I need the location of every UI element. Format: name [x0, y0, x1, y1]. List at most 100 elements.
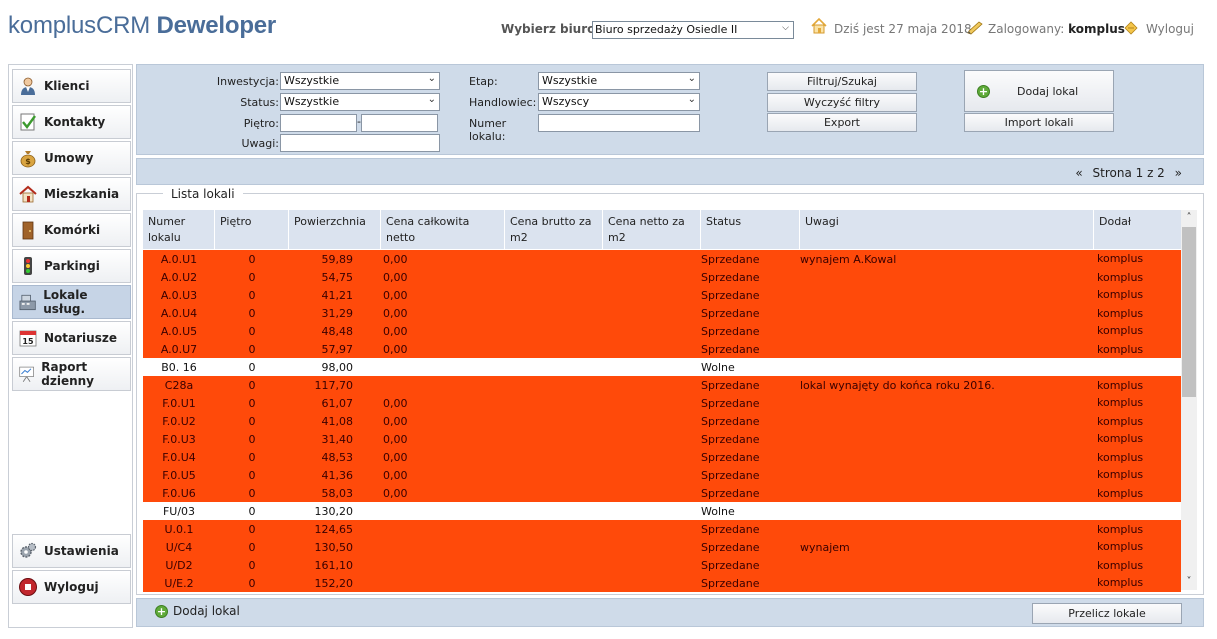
clear-filters-button[interactable]: Wyczyść filtry [767, 93, 917, 112]
sidebar-item-raport-dzienny[interactable]: Raport dzienny [12, 357, 131, 391]
cell-powierzchnia: 41,21 [321, 289, 354, 302]
numer-lokalu-input[interactable] [538, 114, 700, 132]
cell-pietro: 0 [248, 253, 256, 266]
cell-numer: F.0.U5 [162, 469, 196, 482]
add-unit-button[interactable]: + Dodaj lokal [964, 70, 1114, 112]
office-select-value: Biuro sprzedaży Osiedle II [595, 23, 738, 36]
table-row[interactable]: A.0.U3 0 41,21 0,00 Sprzedane komplus [143, 286, 1181, 304]
import-units-button[interactable]: Import lokali [964, 113, 1114, 132]
pager-next[interactable]: » [1175, 166, 1182, 180]
cell-status: Sprzedane [701, 577, 760, 590]
table-row[interactable]: F.0.U2 0 41,08 0,00 Sprzedane komplus [143, 412, 1181, 430]
inwestycja-select[interactable]: Wszystkie ⌄ [280, 72, 440, 90]
sidebar-item-mieszkania[interactable]: Mieszkania [12, 177, 131, 211]
filter-search-button[interactable]: Filtruj/Szukaj [767, 72, 917, 91]
cell-dodal: komplus [1097, 540, 1144, 553]
table-row[interactable]: A.0.U7 0 57,97 0,00 Sprzedane komplus [143, 340, 1181, 358]
sidebar-item-umowy[interactable]: $ Umowy [12, 141, 131, 175]
column-header-dodal[interactable]: Dodał [1094, 210, 1181, 249]
sidebar-item-kontakty[interactable]: Kontakty [12, 105, 131, 139]
door-icon [22, 221, 34, 240]
cell-numer: F.0.U6 [162, 487, 196, 500]
column-header-cena-brutto-m2[interactable]: Cena brutto za m2 [505, 210, 603, 249]
table-row[interactable]: A.0.U2 0 54,75 0,00 Sprzedane komplus [143, 268, 1181, 286]
table-row[interactable]: A.0.U5 0 48,48 0,00 Sprzedane komplus [143, 322, 1181, 340]
sidebar-item-label: Komórki [44, 223, 101, 237]
cell-cena-calkowita: 0,00 [383, 307, 408, 320]
cell-dodal: komplus [1097, 324, 1144, 337]
cell-status: Sprzedane [701, 415, 760, 428]
scrollbar-thumb[interactable] [1182, 227, 1196, 397]
table-row[interactable]: F.0.U4 0 48,53 0,00 Sprzedane komplus [143, 448, 1181, 466]
table-row[interactable]: B0. 16 0 98,00 Wolne [143, 358, 1181, 376]
table-row[interactable]: F.0.U6 0 58,03 0,00 Sprzedane komplus [143, 484, 1181, 502]
cell-cena-calkowita: 0,00 [383, 397, 408, 410]
footer-bar: + Dodaj lokal Przelicz lokale [136, 598, 1204, 627]
column-header-powierzchnia[interactable]: Powierzchnia [289, 210, 381, 249]
pager-text: Strona 1 z 2 [1092, 166, 1165, 180]
cell-numer: A.0.U1 [160, 253, 198, 266]
table-row[interactable]: F.0.U5 0 41,36 0,00 Sprzedane komplus [143, 466, 1181, 484]
column-header-numer[interactable]: Numer lokalu [143, 210, 215, 249]
column-header-uwagi[interactable]: Uwagi [800, 210, 1094, 249]
cell-pietro: 0 [248, 451, 256, 464]
cell-status: Sprzedane [701, 397, 760, 410]
table-row[interactable]: A.0.U4 0 31,29 0,00 Sprzedane komplus [143, 304, 1181, 322]
header-logout-link[interactable]: Wyloguj [1146, 22, 1194, 36]
house-icon [19, 185, 37, 203]
cell-powierzchnia: 57,97 [321, 343, 354, 356]
svg-text:$: $ [25, 157, 31, 166]
table-row[interactable]: F.0.U3 0 31,40 0,00 Sprzedane komplus [143, 430, 1181, 448]
cell-status: Sprzedane [701, 307, 760, 320]
uwagi-input[interactable] [280, 134, 440, 152]
cell-powierzchnia: 48,48 [321, 325, 354, 338]
cell-dodal: komplus [1097, 379, 1144, 392]
cell-numer: U/D2 [165, 559, 193, 572]
sidebar-item-lokale-uslugowe[interactable]: Lokale usług. [12, 285, 131, 319]
cell-cena-calkowita: 0,00 [383, 325, 408, 338]
chevron-down-icon: ⌄ [427, 73, 436, 84]
status-select[interactable]: Wszystkie ⌄ [280, 93, 440, 111]
scroll-up-icon[interactable]: ˄ [1181, 210, 1197, 226]
handlowiec-select[interactable]: Wszyscy ⌄ [538, 93, 700, 111]
vertical-scrollbar[interactable]: ˄ ˅ [1181, 210, 1197, 590]
sidebar-item-komorki[interactable]: Komórki [12, 213, 131, 247]
cell-pietro: 0 [248, 505, 256, 518]
table-row[interactable]: C28a 0 117,70 Sprzedane lokal wynajęty do ko… [143, 376, 1181, 394]
etap-select[interactable]: Wszystkie ⌄ [538, 72, 700, 90]
cell-numer: FU/03 [162, 505, 196, 518]
cell-numer: A.0.U2 [160, 271, 198, 284]
recalculate-units-button[interactable]: Przelicz lokale [1032, 603, 1182, 624]
handlowiec-select-value: Wszyscy [542, 95, 590, 108]
sidebar-item-notariusze[interactable]: 15 Notariusze [12, 321, 131, 355]
scroll-down-icon[interactable]: ˅ [1181, 574, 1197, 590]
sidebar-item-parkingi[interactable]: Parkingi [12, 249, 131, 283]
table-row[interactable]: U/E.2 0 152,20 Sprzedane komplus [143, 574, 1181, 592]
table-row[interactable]: U/C4 0 130,50 Sprzedane wynajem komplus [143, 538, 1181, 556]
cell-status: Wolne [701, 505, 735, 518]
sidebar-item-klienci[interactable]: Klienci [12, 69, 131, 103]
footer-add-unit-link[interactable]: + Dodaj lokal [155, 604, 240, 618]
cell-status: Sprzedane [701, 487, 760, 500]
chevron-down-icon: ⌵ [782, 23, 789, 33]
table-row[interactable]: FU/03 0 130,20 Wolne [143, 502, 1181, 520]
export-button[interactable]: Export [767, 113, 917, 132]
table-row[interactable]: U/D2 0 161,10 Sprzedane komplus [143, 556, 1181, 574]
sidebar-item-wyloguj[interactable]: Wyloguj [12, 570, 131, 604]
column-header-status[interactable]: Status [701, 210, 800, 249]
table-row[interactable]: F.0.U1 0 61,07 0,00 Sprzedane komplus [143, 394, 1181, 412]
table-row[interactable]: A.0.U1 0 59,89 0,00 Sprzedane wynajem A.Kowal… [143, 250, 1181, 268]
office-select[interactable]: Biuro sprzedaży Osiedle II ⌵ [592, 21, 794, 39]
sidebar-item-ustawienia[interactable]: Ustawienia [12, 534, 131, 568]
pager-prev[interactable]: « [1075, 166, 1082, 180]
app-title: komplusCRM Deweloper [8, 12, 276, 40]
column-header-cena-calkowita[interactable]: Cena całkowita netto [381, 210, 505, 249]
column-header-pietro[interactable]: Piętro [215, 210, 289, 249]
pietro-from-input[interactable] [280, 114, 357, 132]
cell-powierzchnia: 98,00 [321, 361, 354, 374]
cell-dodal: komplus [1097, 432, 1144, 445]
table-row[interactable]: U.0.1 0 124,65 Sprzedane komplus [143, 520, 1181, 538]
column-header-cena-netto-m2[interactable]: Cena netto za m2 [603, 210, 701, 249]
cell-status: Sprzedane [701, 451, 760, 464]
pietro-to-input[interactable] [361, 114, 438, 132]
